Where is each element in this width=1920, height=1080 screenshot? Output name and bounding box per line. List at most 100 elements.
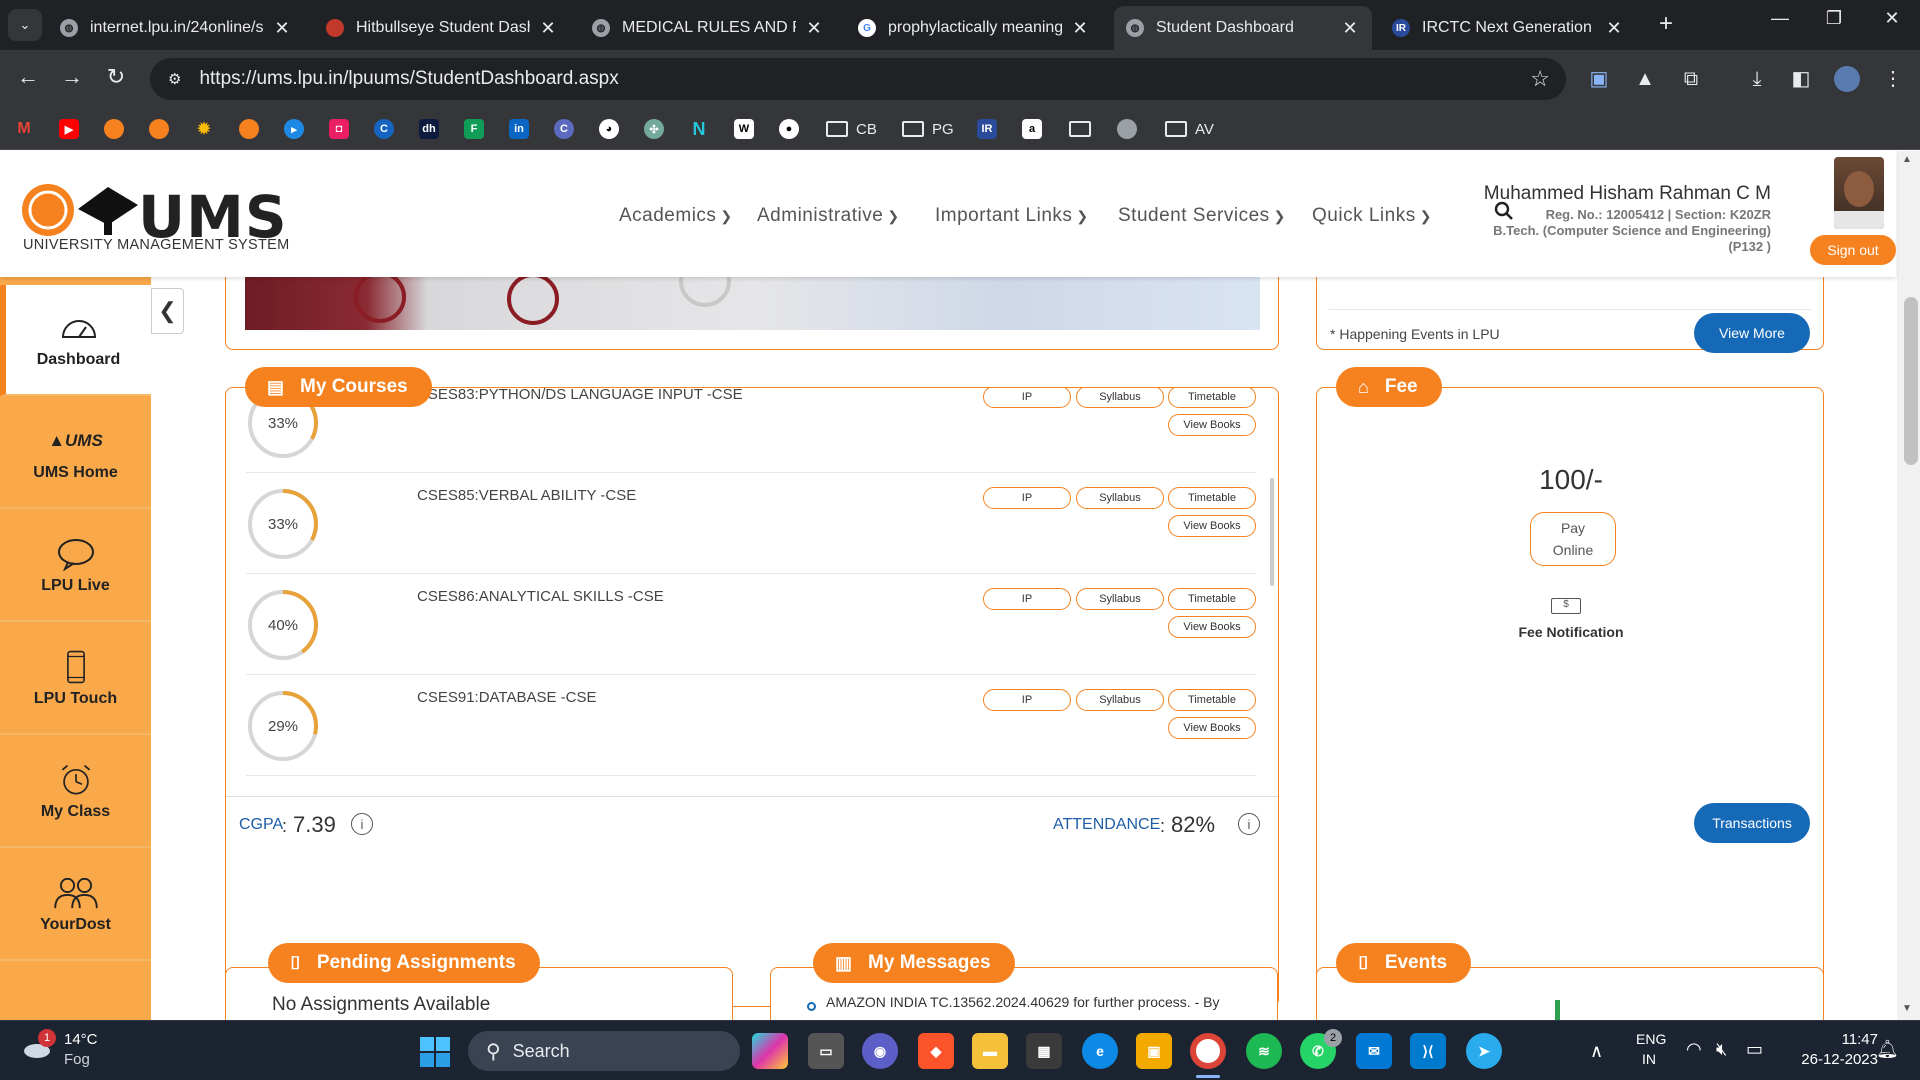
ip-button[interactable]: IP	[983, 487, 1071, 509]
language-region[interactable]: IN	[1642, 1051, 1656, 1067]
nav-important-links[interactable]: Important Links ❯	[935, 205, 1089, 227]
browser-tab[interactable]: ◍ internet.lpu.in/24online/se ✕	[48, 6, 304, 50]
spotify-icon[interactable]: ≋	[1246, 1033, 1282, 1069]
bookmark-folder[interactable]	[1069, 117, 1099, 141]
browser-tab-active[interactable]: ◍ Student Dashboard ✕	[1114, 6, 1372, 50]
new-tab-button[interactable]: +	[1652, 10, 1680, 38]
sidebar-collapse-button[interactable]: ❮	[151, 288, 184, 334]
cgpa-info-icon[interactable]: i	[351, 813, 373, 835]
tab-search-button[interactable]: ⌄	[8, 9, 42, 41]
close-icon[interactable]: ✕	[1070, 18, 1090, 39]
app-icon[interactable]: ▣	[1136, 1033, 1172, 1069]
sidebar-item-my-class[interactable]: My Class	[0, 737, 151, 848]
bookmark-lpu-3[interactable]	[239, 117, 259, 141]
view-books-button[interactable]: View Books	[1168, 414, 1256, 436]
clock-time[interactable]: 11:47	[1816, 1031, 1878, 1048]
timetable-button[interactable]: Timetable	[1168, 487, 1256, 509]
battery-icon[interactable]: ▭	[1746, 1039, 1763, 1060]
course-list[interactable]: 33% CSES83:PYTHON/DS LANGUAGE INPUT -CSE I…	[226, 388, 1278, 796]
close-icon[interactable]: ✕	[1604, 18, 1624, 39]
vscode-icon[interactable]: ⟩⟨	[1410, 1033, 1446, 1069]
bookmark-chatgpt[interactable]: ✣	[644, 117, 664, 141]
bookmark-play[interactable]: ▸	[284, 117, 304, 141]
scroll-down-arrow[interactable]: ▼	[1902, 1003, 1912, 1014]
chrome-icon[interactable]	[1190, 1033, 1226, 1069]
close-icon[interactable]: ✕	[804, 18, 824, 39]
page-scroll-thumb[interactable]	[1904, 297, 1918, 465]
window-close-button[interactable]: ✕	[1862, 8, 1920, 29]
task-view-icon[interactable]: ▭	[808, 1033, 844, 1069]
browser-tab[interactable]: IR IRCTC Next Generation eTi ✕	[1380, 6, 1636, 50]
sidebar-item-lpu-live[interactable]: LPU Live	[0, 511, 151, 622]
bookmark-youtube[interactable]: ▶	[59, 117, 79, 141]
sign-out-button[interactable]: Sign out	[1810, 235, 1896, 265]
copilot-icon[interactable]	[752, 1033, 788, 1069]
nav-student-services[interactable]: Student Services ❯	[1118, 205, 1286, 227]
bookmark-notion[interactable]: N	[689, 117, 709, 141]
clock-date[interactable]: 26-12-2023	[1778, 1051, 1878, 1068]
mail-icon[interactable]: ✉	[1356, 1033, 1392, 1069]
bookmark-wikipedia[interactable]: W	[734, 117, 754, 141]
bookmark-folder-cb[interactable]: CB	[826, 117, 877, 141]
bookmark-pink[interactable]: ◘	[329, 117, 349, 141]
bookmark-amazon[interactable]: a	[1022, 117, 1042, 141]
page-scrollbar[interactable]	[1897, 151, 1920, 1020]
bookmark-folder-av[interactable]: AV	[1165, 117, 1214, 141]
back-icon[interactable]: ←	[12, 64, 44, 90]
course-list-scrollbar[interactable]	[1270, 478, 1274, 586]
reload-icon[interactable]: ↻	[100, 64, 132, 90]
extensions-puzzle-icon[interactable]: ⧉	[1678, 66, 1704, 92]
bookmark-sun[interactable]: ✹	[194, 117, 214, 141]
close-icon[interactable]: ✕	[272, 18, 292, 39]
edge-icon[interactable]: e	[1082, 1033, 1118, 1069]
browser-menu-icon[interactable]: ⋮	[1880, 66, 1906, 92]
bookmark-lpu-2[interactable]	[149, 117, 169, 141]
notification-bell-icon[interactable]: 🔔︎	[1876, 1039, 1899, 1060]
brave-icon[interactable]: ◆	[918, 1033, 954, 1069]
close-icon[interactable]: ✕	[538, 18, 558, 39]
download-icon[interactable]: ⤓	[1744, 66, 1770, 92]
bookmark-linkedin[interactable]: in	[509, 117, 529, 141]
course-name[interactable]: CSES91:DATABASE -CSE	[417, 689, 597, 706]
bookmark-github-2[interactable]: ◕	[599, 117, 619, 141]
sidebar-item-ums-home[interactable]: ▲UMS UMS Home	[0, 398, 151, 509]
course-name[interactable]: CSES85:VERBAL ABILITY -CSE	[417, 487, 636, 504]
windows-start-icon[interactable]	[420, 1037, 450, 1067]
timetable-button[interactable]: Timetable	[1168, 689, 1256, 711]
sidebar-item-yourdost[interactable]: YourDost	[0, 850, 151, 961]
volume-muted-icon[interactable]: 🔇︎	[1716, 1039, 1727, 1060]
course-name[interactable]: CSES86:ANALYTICAL SKILLS -CSE	[417, 588, 664, 605]
nav-academics[interactable]: Academics ❯	[619, 205, 733, 227]
profile-avatar[interactable]	[1834, 66, 1860, 92]
view-more-button[interactable]: View More	[1694, 313, 1810, 353]
sidebar-item-lpu-touch[interactable]: LPU Touch	[0, 624, 151, 735]
bookmark-github[interactable]: ●	[779, 117, 799, 141]
bookmark-c[interactable]: C	[374, 117, 394, 141]
transactions-button[interactable]: Transactions	[1694, 803, 1810, 843]
bookmark-codechef[interactable]: C	[554, 117, 574, 141]
bookmark-gmail[interactable]: M	[14, 117, 34, 141]
forward-icon[interactable]: →	[56, 64, 88, 90]
syllabus-button[interactable]: Syllabus	[1076, 588, 1164, 610]
sidebar-item-dashboard[interactable]: Dashboard	[0, 285, 151, 396]
ums-logo[interactable]: UMS UNIVERSITY MANAGEMENT SYSTEM	[20, 179, 290, 259]
store-icon[interactable]: ▦	[1026, 1033, 1062, 1069]
bookmark-sheets[interactable]: F	[464, 117, 484, 141]
view-books-button[interactable]: View Books	[1168, 717, 1256, 739]
view-books-button[interactable]: View Books	[1168, 515, 1256, 537]
view-books-button[interactable]: View Books	[1168, 616, 1256, 638]
ip-button[interactable]: IP	[983, 689, 1071, 711]
message-item[interactable]: AMAZON INDIA TC.13562.2024.40629 for fur…	[826, 994, 1219, 1010]
taskbar-search[interactable]: ⚲ Search	[468, 1031, 740, 1071]
fee-notification-link[interactable]: Fee Notification	[1317, 624, 1825, 640]
timetable-button[interactable]: Timetable	[1168, 388, 1256, 408]
course-name[interactable]: CSES83:PYTHON/DS LANGUAGE INPUT -CSE	[417, 388, 743, 403]
bookmark-star-icon[interactable]: ☆	[1530, 66, 1550, 92]
address-bar[interactable]: ⚙ https://ums.lpu.in/lpuums/StudentDashb…	[150, 58, 1566, 100]
extension-icon[interactable]: ▣	[1586, 66, 1612, 92]
minimize-button[interactable]: —	[1750, 8, 1810, 29]
tray-overflow-icon[interactable]: ∧	[1590, 1041, 1603, 1062]
file-explorer-icon[interactable]: ▬	[972, 1033, 1008, 1069]
syllabus-button[interactable]: Syllabus	[1076, 388, 1164, 408]
bookmark-dh[interactable]: dh	[419, 117, 439, 141]
